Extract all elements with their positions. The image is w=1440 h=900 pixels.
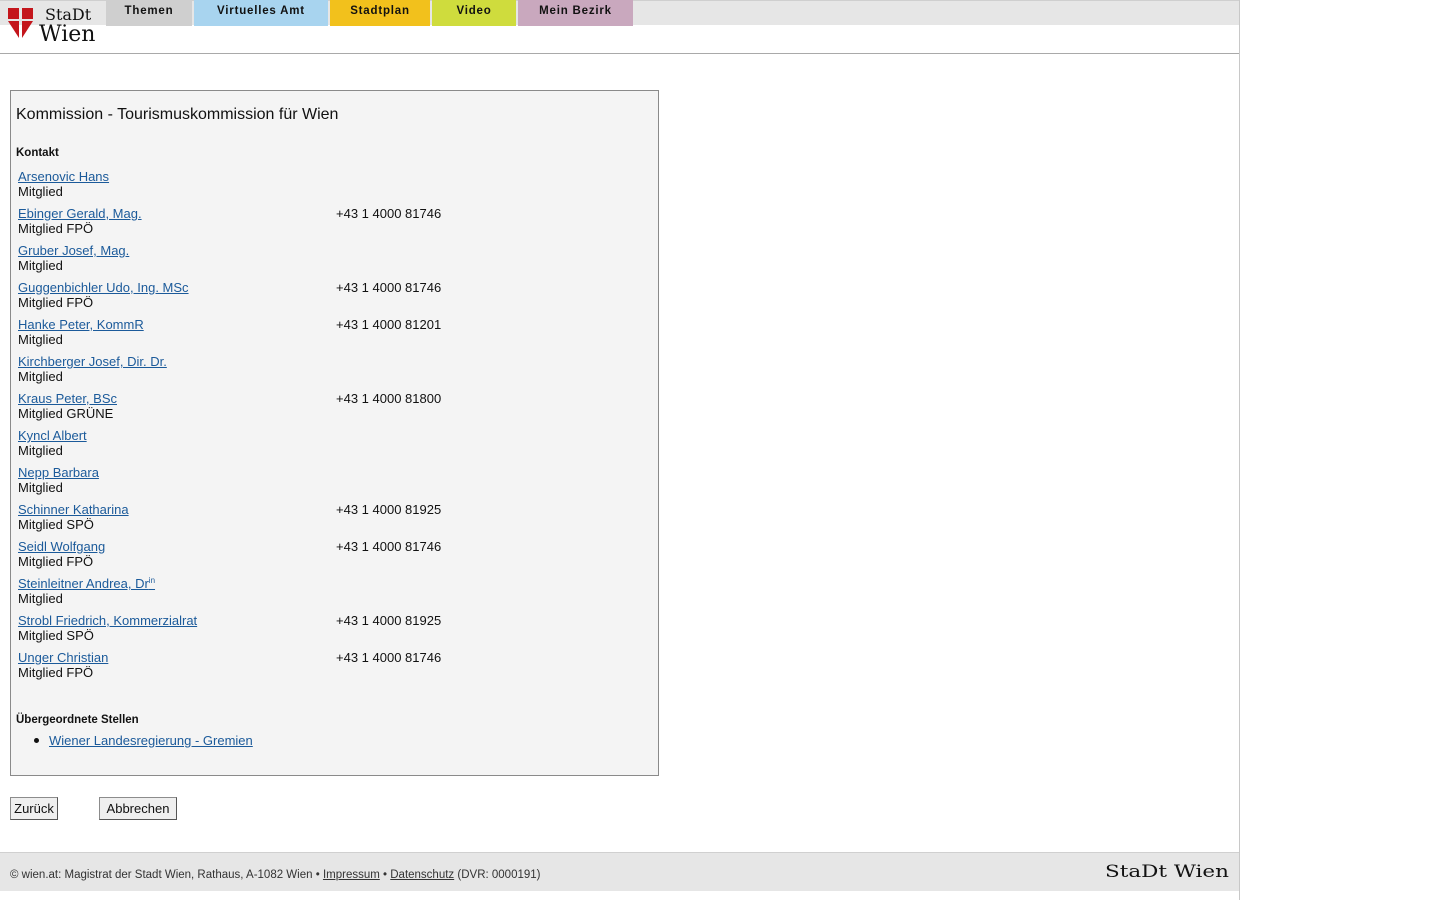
page: StaDt Wien Themen Virtuelles Amt Stadtpl… bbox=[0, 0, 1240, 900]
member-role: Mitglied bbox=[18, 480, 63, 495]
member-role: Mitglied bbox=[18, 591, 63, 606]
member-row: Strobl Friedrich, Kommerzialrat Mitglied … bbox=[18, 613, 618, 647]
stadt-wien-logo[interactable]: StaDt Wien bbox=[8, 4, 108, 48]
logo-text-wien: Wien bbox=[39, 22, 95, 47]
bullet-icon bbox=[34, 738, 39, 743]
parent-units-list: Wiener Landesregierung - Gremien bbox=[33, 733, 253, 748]
member-phone: +43 1 4000 81746 bbox=[336, 206, 442, 221]
member-row: Schinner Katharina Mitglied SPÖ +43 1 4000… bbox=[18, 502, 618, 536]
member-row: Unger Christian Mitglied FPÖ +43 1 4000 81… bbox=[18, 650, 618, 684]
member-name-link[interactable]: Kyncl Albert bbox=[18, 428, 87, 443]
footer: © wien.at: Magistrat der Stadt Wien, Rat… bbox=[0, 852, 1239, 891]
member-row: Hanke Peter, KommR Mitglied +43 1 4000 812… bbox=[18, 317, 618, 351]
member-role: Mitglied bbox=[18, 184, 63, 199]
member-role: Mitglied SPÖ bbox=[18, 517, 94, 532]
nav-stadtplan[interactable]: Stadtplan bbox=[330, 0, 430, 26]
member-role: Mitglied SPÖ bbox=[18, 628, 94, 643]
member-name-link[interactable]: Hanke Peter, KommR bbox=[18, 317, 144, 332]
member-phone: +43 1 4000 81925 bbox=[336, 613, 442, 628]
member-row: Arsenovic Hans Mitglied bbox=[18, 169, 618, 203]
header: StaDt Wien Themen Virtuelles Amt Stadtpl… bbox=[0, 0, 1239, 54]
member-phone: +43 1 4000 81925 bbox=[336, 502, 442, 517]
member-name-link[interactable]: Ebinger Gerald, Mag. bbox=[18, 206, 142, 221]
member-name-link[interactable]: Kirchberger Josef, Dir. Dr. bbox=[18, 354, 167, 369]
nav-mein-bezirk[interactable]: Mein Bezirk bbox=[518, 0, 633, 26]
member-row: Kraus Peter, BSc Mitglied GRÜNE +43 1 4000… bbox=[18, 391, 618, 425]
footer-text: © wien.at: Magistrat der Stadt Wien, Rat… bbox=[10, 869, 541, 881]
member-role: Mitglied bbox=[18, 369, 63, 384]
member-row: Gruber Josef, Mag. Mitglied bbox=[18, 243, 618, 277]
member-row: Kyncl Albert Mitglied bbox=[18, 428, 618, 462]
member-name-link[interactable]: Arsenovic Hans bbox=[18, 169, 109, 184]
footer-separator: • bbox=[383, 869, 388, 881]
parent-units-heading: Übergeordnete Stellen bbox=[16, 714, 139, 726]
member-phone: +43 1 4000 81800 bbox=[336, 391, 442, 406]
footer-dvr: (DVR: 0000191) bbox=[457, 869, 541, 881]
member-row: Kirchberger Josef, Dir. Dr. Mitglied bbox=[18, 354, 618, 388]
footer-logo-text: StaDt Wien bbox=[1105, 862, 1229, 882]
parent-link-landesregierung[interactable]: Wiener Landesregierung - Gremien bbox=[49, 733, 253, 748]
cancel-button[interactable]: Abbrechen bbox=[99, 797, 177, 820]
member-name-link[interactable]: Strobl Friedrich, Kommerzialrat bbox=[18, 613, 197, 628]
commission-panel: Kommission - Tourismuskommission für Wie… bbox=[10, 90, 659, 776]
member-name-suffix[interactable]: in bbox=[149, 576, 155, 585]
back-button[interactable]: Zurück bbox=[10, 797, 58, 820]
member-name-link[interactable]: Guggenbichler Udo, Ing. MSc bbox=[18, 280, 189, 295]
member-phone: +43 1 4000 81746 bbox=[336, 650, 442, 665]
member-role: Mitglied bbox=[18, 443, 63, 458]
member-name-link[interactable]: Gruber Josef, Mag. bbox=[18, 243, 129, 258]
member-name-link[interactable]: Seidl Wolfgang bbox=[18, 539, 105, 554]
member-name-link[interactable]: Schinner Katharina bbox=[18, 502, 129, 517]
member-row: Steinleitner Andrea, Drin Mitglied bbox=[18, 576, 618, 610]
member-name-link[interactable]: Unger Christian bbox=[18, 650, 108, 665]
member-phone: +43 1 4000 81746 bbox=[336, 280, 442, 295]
member-role: Mitglied GRÜNE bbox=[18, 406, 114, 421]
contact-heading: Kontakt bbox=[16, 147, 59, 159]
member-name-link[interactable]: Steinleitner Andrea, Drin bbox=[18, 576, 155, 591]
member-phone: +43 1 4000 81201 bbox=[336, 317, 442, 332]
member-role: Mitglied FPÖ bbox=[18, 295, 94, 310]
wien-shield-icon bbox=[8, 8, 33, 38]
footer-copyright: © wien.at: Magistrat der Stadt Wien, Rat… bbox=[10, 869, 320, 881]
impressum-link[interactable]: Impressum bbox=[323, 869, 380, 881]
member-phone: +43 1 4000 81746 bbox=[336, 539, 442, 554]
member-role: Mitglied bbox=[18, 332, 63, 347]
member-row: Guggenbichler Udo, Ing. MSc Mitglied FPÖ +… bbox=[18, 280, 618, 314]
nav-virtuelles-amt[interactable]: Virtuelles Amt bbox=[194, 0, 328, 26]
member-role: Mitglied FPÖ bbox=[18, 221, 94, 236]
member-row: Seidl Wolfgang Mitglied FPÖ +43 1 4000 817… bbox=[18, 539, 618, 573]
member-name-link[interactable]: Nepp Barbara bbox=[18, 465, 99, 480]
nav-video[interactable]: Video bbox=[432, 0, 516, 26]
footer-stadt-wien-logo[interactable]: StaDt Wien bbox=[1105, 861, 1229, 883]
list-item: Wiener Landesregierung - Gremien bbox=[33, 733, 253, 748]
member-role: Mitglied FPÖ bbox=[18, 554, 94, 569]
member-name-link[interactable]: Kraus Peter, BSc bbox=[18, 391, 117, 406]
datenschutz-link[interactable]: Datenschutz bbox=[390, 869, 454, 881]
member-row: Ebinger Gerald, Mag. Mitglied FPÖ +43 1 40… bbox=[18, 206, 618, 240]
page-title: Kommission - Tourismuskommission für Wie… bbox=[16, 106, 339, 123]
nav-themen[interactable]: Themen bbox=[106, 0, 192, 26]
member-role: Mitglied FPÖ bbox=[18, 665, 94, 680]
member-role: Mitglied bbox=[18, 258, 63, 273]
member-row: Nepp Barbara Mitglied bbox=[18, 465, 618, 499]
